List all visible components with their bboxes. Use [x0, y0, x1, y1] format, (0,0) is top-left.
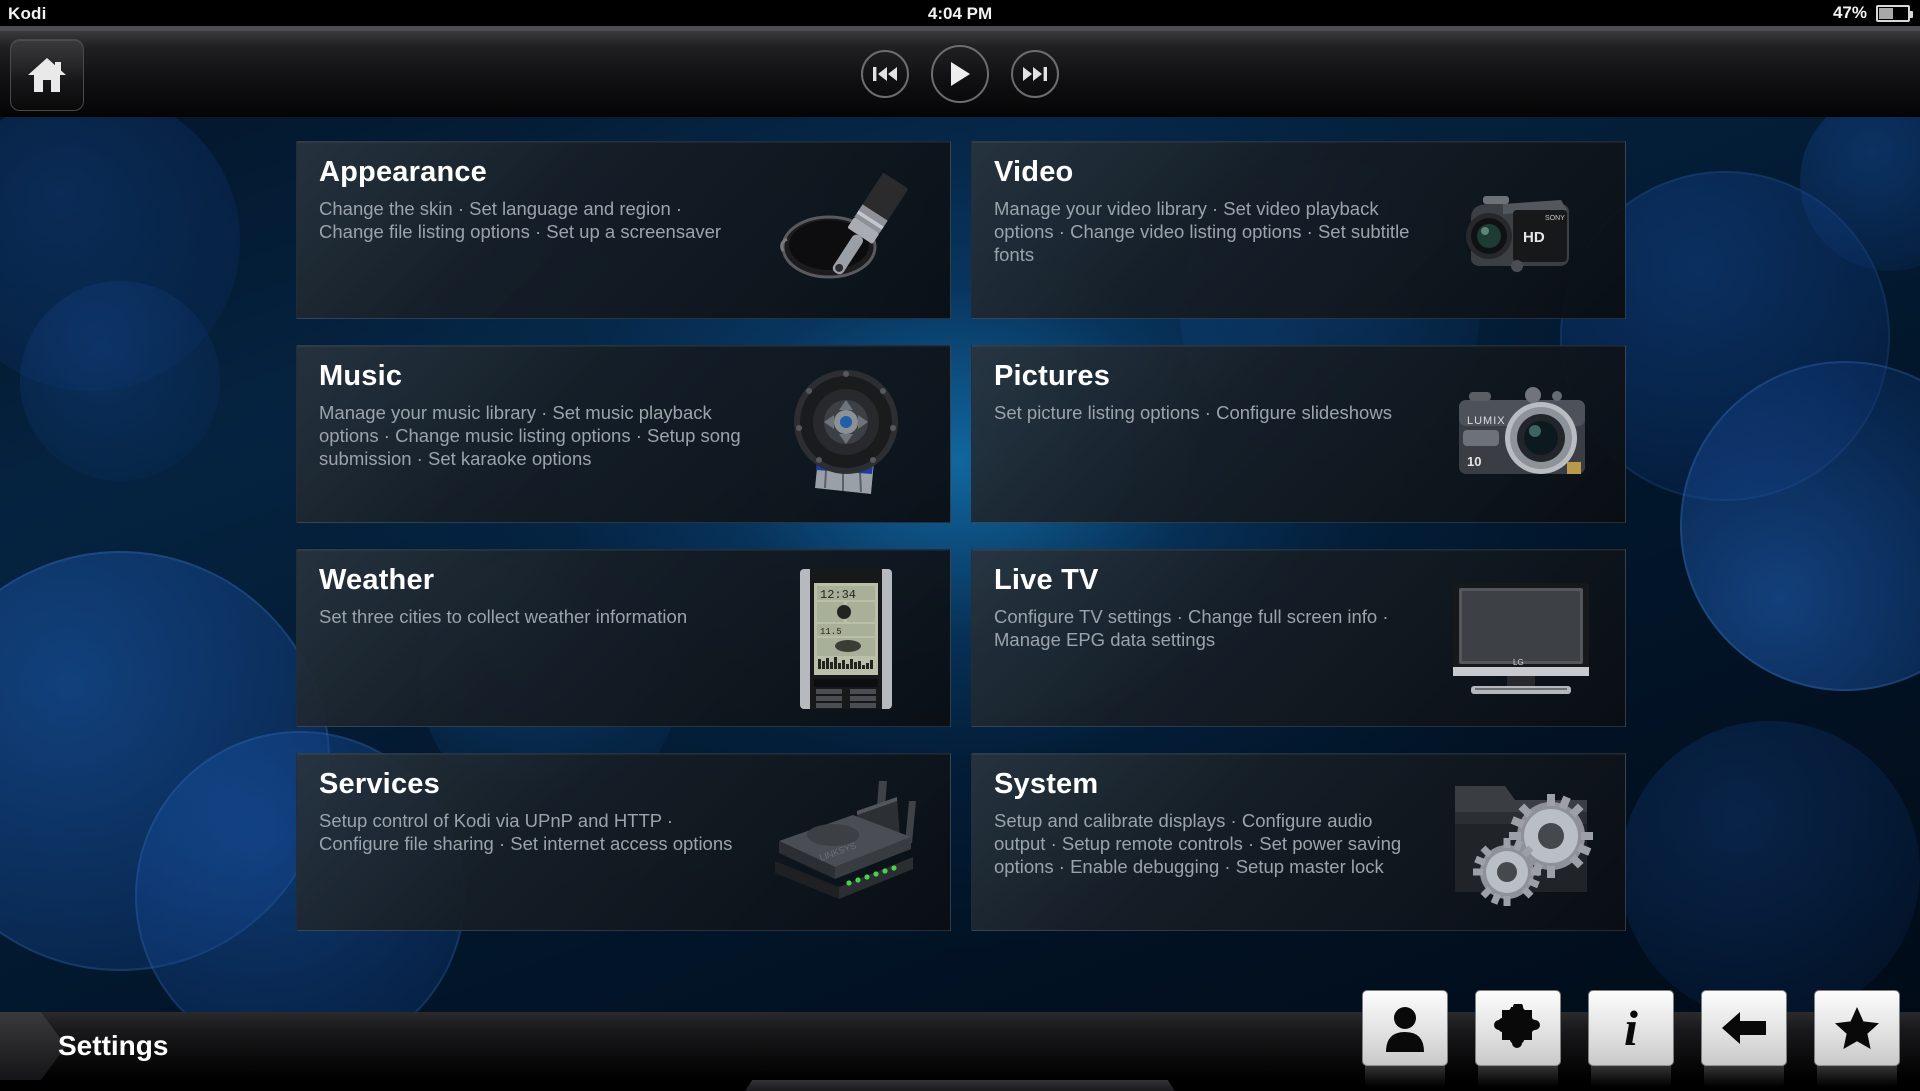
tile-description: Set picture listing options · Configure …	[994, 401, 1419, 424]
tile-title: Video	[994, 156, 1073, 189]
tile-description: Setup control of Kodi via UPnP and HTTP …	[319, 809, 744, 855]
camcorder-icon: HD SONY	[1431, 155, 1611, 305]
battery-icon	[1876, 5, 1910, 22]
settings-tile-services[interactable]: Services Setup control of Kodi via UPnP …	[296, 753, 951, 931]
settings-tile-weather[interactable]: Weather Set three cities to collect weat…	[296, 549, 951, 727]
svg-text:SONY: SONY	[1545, 215, 1565, 222]
tile-title: System	[994, 768, 1098, 801]
bottom-bar: Settings i	[0, 1012, 1920, 1080]
tile-description: Manage your music library · Set music pl…	[319, 401, 744, 470]
forward-button[interactable]	[1011, 50, 1059, 98]
folder-with-gears-icon	[1431, 767, 1611, 917]
svg-text:HD: HD	[1523, 229, 1545, 246]
back-button[interactable]	[1701, 990, 1787, 1066]
skip-forward-icon	[1022, 64, 1048, 84]
home-icon	[26, 56, 68, 94]
tile-description: Setup and calibrate displays · Configure…	[994, 809, 1419, 878]
settings-tile-appearance[interactable]: Appearance Change the skin · Set languag…	[296, 141, 951, 319]
puzzle-piece-icon	[1494, 1004, 1542, 1052]
tile-description: Change the skin · Set language and regio…	[319, 197, 744, 243]
paint-brush-and-can-icon	[756, 155, 936, 305]
tile-title: Pictures	[994, 360, 1110, 393]
status-bar-clock: 4:04 PM	[0, 4, 1920, 24]
info-button[interactable]: i	[1588, 990, 1674, 1066]
profile-button[interactable]	[1362, 990, 1448, 1066]
tile-description: Configure TV settings · Change full scre…	[994, 605, 1419, 651]
loudspeaker-icon	[756, 359, 936, 509]
play-icon	[947, 60, 973, 88]
tile-description: Manage your video library · Set video pl…	[994, 197, 1419, 266]
tile-title: Services	[319, 768, 440, 801]
rewind-button[interactable]	[861, 50, 909, 98]
tile-title: Music	[319, 360, 402, 393]
svg-text:12:34: 12:34	[820, 588, 856, 602]
tile-title: Weather	[319, 564, 434, 597]
compact-camera-icon: LUMIX 10	[1431, 359, 1611, 509]
info-icon: i	[1624, 1003, 1638, 1053]
bokeh-circle	[1620, 721, 1920, 1021]
tile-description: Set three cities to collect weather info…	[319, 605, 744, 628]
settings-tile-system[interactable]: System Setup and calibrate displays · Co…	[971, 753, 1626, 931]
svg-text:LG: LG	[1513, 658, 1524, 667]
battery-percent-label: 47%	[1833, 3, 1867, 23]
settings-tile-video[interactable]: Video Manage your video library · Set vi…	[971, 141, 1626, 319]
top-navigation-bar	[0, 31, 1920, 117]
page-title: Settings	[58, 1030, 168, 1062]
bottom-button-group: i	[1362, 990, 1900, 1066]
settings-tile-livetv[interactable]: Live TV Configure TV settings · Change f…	[971, 549, 1626, 727]
home-button[interactable]	[10, 39, 84, 111]
television-icon: LG	[1431, 563, 1611, 713]
arrow-left-icon	[1720, 1008, 1768, 1048]
skip-back-icon	[872, 64, 898, 84]
star-icon	[1833, 1005, 1881, 1051]
svg-text:10: 10	[1467, 454, 1481, 469]
addons-button[interactable]	[1475, 990, 1561, 1066]
settings-tile-pictures[interactable]: Pictures Set picture listing options · C…	[971, 345, 1626, 523]
settings-tile-music[interactable]: Music Manage your music library · Set mu…	[296, 345, 951, 523]
breadcrumb-chevron-icon	[0, 1012, 66, 1080]
svg-text:LUMIX: LUMIX	[1467, 415, 1506, 427]
weather-station-icon: 12:34 11.5	[756, 563, 936, 713]
play-button[interactable]	[931, 45, 989, 103]
svg-text:11.5: 11.5	[820, 627, 842, 637]
favourites-button[interactable]	[1814, 990, 1900, 1066]
tile-title: Appearance	[319, 156, 487, 189]
status-bar: Kodi 4:04 PM 47%	[0, 0, 1920, 26]
transport-controls	[861, 45, 1059, 103]
bokeh-circle	[20, 281, 220, 481]
person-icon	[1383, 1004, 1427, 1052]
settings-tile-grid: Appearance Change the skin · Set languag…	[296, 141, 1626, 931]
tile-title: Live TV	[994, 564, 1099, 597]
status-bar-right-cluster: 47%	[1833, 3, 1910, 23]
wireless-router-icon: LINKSYS	[756, 767, 936, 917]
status-bar-divider	[0, 26, 1920, 31]
